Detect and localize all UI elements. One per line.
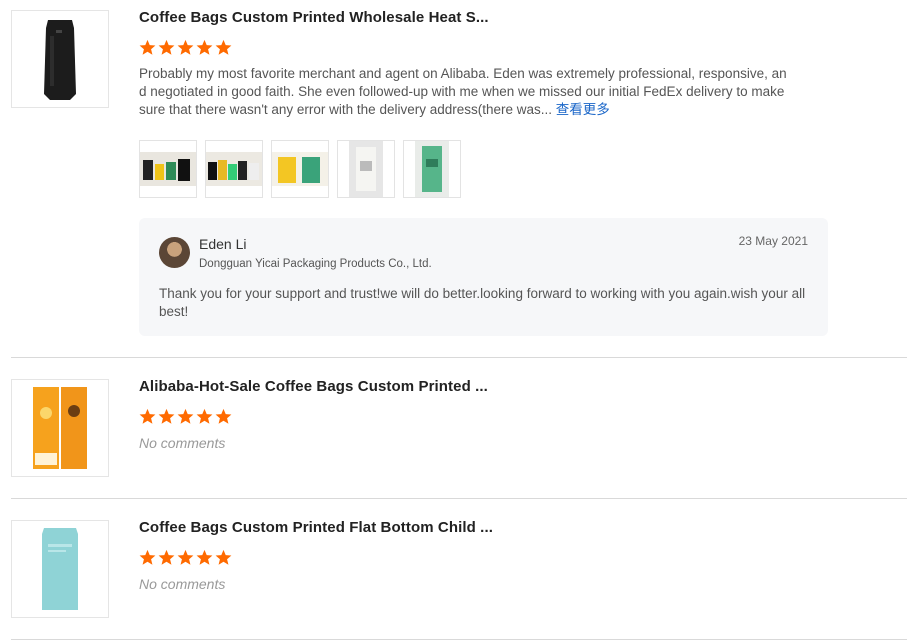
bags-row-image (206, 152, 262, 186)
review-photo[interactable] (403, 140, 461, 198)
reply-company: Dongguan Yicai Packaging Products Co., L… (199, 258, 432, 270)
green-bag-image (415, 141, 449, 197)
review-photo[interactable] (139, 140, 197, 198)
product-thumbnail[interactable] (11, 10, 109, 108)
light-blue-coffee-bag-image (42, 528, 78, 610)
star-icon (177, 549, 194, 565)
product-title[interactable]: Coffee Bags Custom Printed Flat Bottom C… (139, 519, 493, 536)
bags-group-image (140, 152, 196, 186)
star-icon (215, 39, 232, 55)
yellow-green-bags-image (272, 152, 328, 186)
star-icon (158, 39, 175, 55)
avatar (159, 237, 190, 268)
star-icon (139, 408, 156, 424)
star-icon (158, 408, 175, 424)
product-title[interactable]: Alibaba-Hot-Sale Coffee Bags Custom Prin… (139, 378, 488, 395)
star-icon (196, 408, 213, 424)
product-thumbnail[interactable] (11, 379, 109, 477)
rating-stars (139, 549, 232, 566)
divider (11, 357, 907, 358)
rating-stars (139, 39, 232, 56)
star-icon (196, 39, 213, 55)
divider (11, 498, 907, 499)
reply-date: 23 May 2021 (738, 234, 808, 248)
rating-stars (139, 408, 232, 425)
star-icon (177, 39, 194, 55)
reply-text: Thank you for your support and trust!we … (159, 286, 806, 319)
review-photo[interactable] (337, 140, 395, 198)
product-thumbnail[interactable] (11, 520, 109, 618)
no-comments-text: No comments (139, 435, 226, 451)
star-icon (215, 549, 232, 565)
seller-reply: Eden Li Dongguan Yicai Packaging Product… (139, 218, 828, 336)
star-icon (158, 549, 175, 565)
star-icon (139, 39, 156, 55)
no-comments-text: No comments (139, 576, 226, 592)
review-photo[interactable] (271, 140, 329, 198)
star-icon (196, 549, 213, 565)
star-icon (215, 408, 232, 424)
product-title[interactable]: Coffee Bags Custom Printed Wholesale Hea… (139, 9, 489, 26)
black-coffee-bag-image (44, 20, 76, 100)
star-icon (139, 549, 156, 565)
star-icon (177, 408, 194, 424)
white-bag-image (349, 141, 383, 197)
review-photo[interactable] (205, 140, 263, 198)
reply-name: Eden Li (199, 236, 247, 252)
see-more-link[interactable]: 查看更多 (556, 102, 610, 117)
divider (11, 639, 907, 640)
review-comment-text: Probably my most favorite merchant and a… (139, 66, 787, 117)
orange-coffee-bag-image (33, 387, 87, 469)
review-comment: Probably my most favorite merchant and a… (139, 65, 794, 119)
review-photos (139, 140, 461, 198)
